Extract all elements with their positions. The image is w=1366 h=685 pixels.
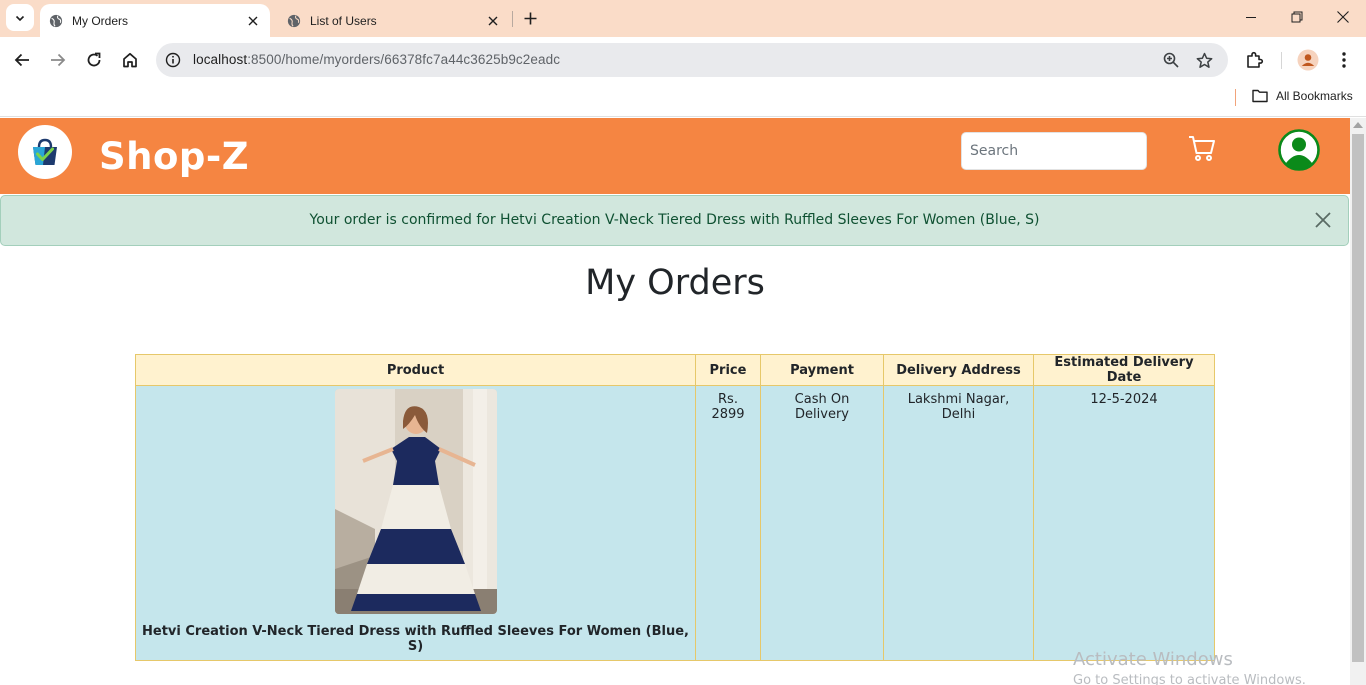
tab-title: List of Users xyxy=(310,13,377,28)
url-host: localhost xyxy=(193,52,248,67)
profile-button[interactable] xyxy=(1294,46,1322,74)
arrow-right-icon xyxy=(51,53,66,67)
restore-button[interactable] xyxy=(1274,0,1320,34)
price-cell: Rs. 2899 xyxy=(695,385,761,661)
minimize-icon xyxy=(1245,16,1256,18)
reload-icon xyxy=(87,52,101,67)
product-name[interactable]: Hetvi Creation V-Neck Tiered Dress with … xyxy=(136,624,695,654)
site-navbar: Shop-Z xyxy=(0,118,1350,194)
column-header-price: Price xyxy=(695,354,761,386)
close-window-button[interactable] xyxy=(1320,0,1366,34)
bookmark-star-icon[interactable] xyxy=(1195,51,1213,69)
address-bar[interactable]: localhost:8500/home/myorders/66378fc7a44… xyxy=(156,43,1228,77)
reload-button[interactable] xyxy=(80,46,108,74)
alert-message: Your order is confirmed for Hetvi Creati… xyxy=(309,212,1040,228)
close-icon xyxy=(1337,11,1349,23)
product-image[interactable] xyxy=(334,389,497,614)
column-header-product: Product xyxy=(135,354,696,386)
avatar-icon xyxy=(1297,49,1319,71)
user-avatar-icon xyxy=(1278,129,1320,171)
all-bookmarks-button[interactable]: All Bookmarks xyxy=(1252,89,1353,103)
folder-icon xyxy=(1252,89,1268,103)
arrow-left-icon xyxy=(14,53,29,67)
tab-separator xyxy=(512,11,513,27)
browser-menu-button[interactable] xyxy=(1330,46,1358,74)
user-profile-button[interactable] xyxy=(1278,129,1320,171)
close-icon xyxy=(1315,212,1331,228)
close-tab-icon[interactable] xyxy=(245,13,261,29)
restore-icon xyxy=(1291,11,1303,23)
alert-close-button[interactable] xyxy=(1314,211,1332,229)
site-logo[interactable] xyxy=(18,125,72,179)
payment-cell: Cash On Delivery xyxy=(760,385,884,661)
bookmarks-divider xyxy=(1235,89,1236,106)
activate-windows-subtitle: Go to Settings to activate Windows. xyxy=(1073,673,1306,685)
more-vertical-icon xyxy=(1342,52,1346,68)
shopping-bag-logo-icon xyxy=(33,138,57,165)
tab-my-orders[interactable]: My Orders xyxy=(40,4,270,37)
globe-icon xyxy=(49,14,63,27)
extensions-button[interactable] xyxy=(1241,46,1269,74)
delivery-date-cell: 12-5-2024 xyxy=(1033,385,1215,661)
cart-icon xyxy=(1189,136,1215,161)
table-header-row: Product Price Payment Delivery Address E… xyxy=(135,354,1215,386)
orders-table: Product Price Payment Delivery Address E… xyxy=(135,354,1215,661)
site-info-icon[interactable] xyxy=(165,52,181,68)
tab-title: My Orders xyxy=(72,13,129,28)
new-tab-button[interactable] xyxy=(519,7,541,29)
site-brand[interactable]: Shop-Z xyxy=(99,135,249,178)
all-bookmarks-label: All Bookmarks xyxy=(1276,89,1353,103)
home-icon xyxy=(123,52,137,68)
page-viewport: Shop-Z Your order is confirmed for Hetvi… xyxy=(0,118,1366,685)
tab-search-button[interactable] xyxy=(6,4,34,31)
activate-windows-title: Activate Windows xyxy=(1073,649,1233,670)
chevron-down-icon xyxy=(15,15,25,21)
globe-icon xyxy=(287,14,301,27)
browser-toolbar: localhost:8500/home/myorders/66378fc7a44… xyxy=(0,37,1366,83)
product-cell: Hetvi Creation V-Neck Tiered Dress with … xyxy=(135,385,696,661)
column-header-delivery-address: Delivery Address xyxy=(883,354,1034,386)
page-scrollbar[interactable] xyxy=(1350,118,1366,685)
back-button[interactable] xyxy=(8,46,36,74)
minimize-button[interactable] xyxy=(1228,0,1274,34)
search-input[interactable] xyxy=(961,132,1147,170)
cart-button[interactable] xyxy=(1187,133,1217,163)
scrollbar-thumb[interactable] xyxy=(1352,134,1364,662)
column-header-estimated-delivery-date: Estimated Delivery Date xyxy=(1033,354,1215,386)
tab-list-of-users[interactable]: List of Users xyxy=(278,4,510,37)
zoom-icon[interactable] xyxy=(1162,51,1180,69)
plus-icon xyxy=(524,12,536,24)
puzzle-icon xyxy=(1247,51,1264,68)
toolbar-divider xyxy=(1281,52,1282,69)
forward-button[interactable] xyxy=(44,46,72,74)
address-cell: Lakshmi Nagar, Delhi xyxy=(883,385,1034,661)
home-button[interactable] xyxy=(116,46,144,74)
scroll-up-arrow-icon[interactable] xyxy=(1353,122,1363,128)
url-text[interactable]: localhost:8500/home/myorders/66378fc7a44… xyxy=(193,52,560,67)
page-title: My Orders xyxy=(585,263,765,303)
close-tab-icon[interactable] xyxy=(485,13,501,29)
bookmarks-bar: All Bookmarks xyxy=(0,83,1366,117)
order-confirmation-alert: Your order is confirmed for Hetvi Creati… xyxy=(0,195,1349,246)
column-header-payment: Payment xyxy=(760,354,884,386)
url-path: :8500/home/myorders/66378fc7a44c3625b9c2… xyxy=(247,52,561,67)
table-row: Hetvi Creation V-Neck Tiered Dress with … xyxy=(135,385,1215,661)
browser-tab-strip: My Orders List of Users xyxy=(0,0,1366,37)
